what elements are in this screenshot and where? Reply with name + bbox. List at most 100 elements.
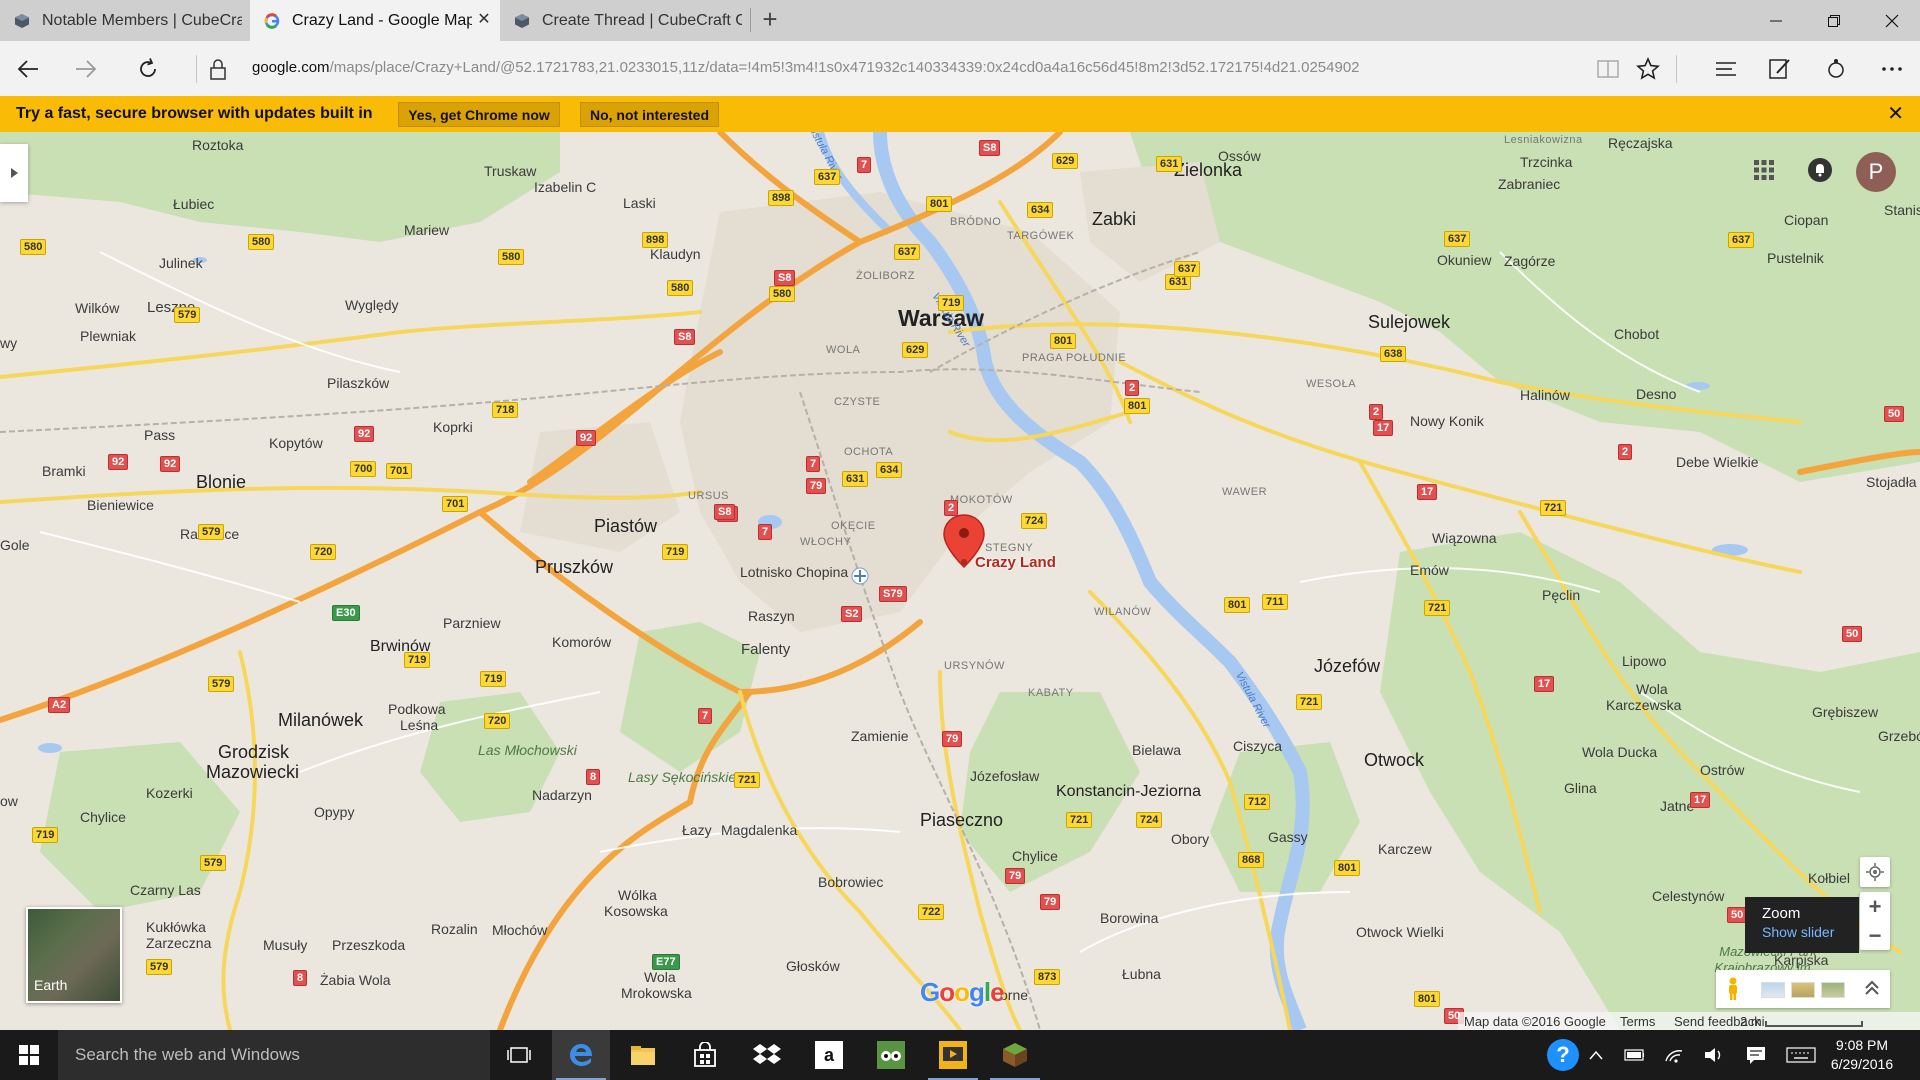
minecraft-taskbar-app[interactable] [986, 1030, 1044, 1080]
start-button[interactable] [0, 1030, 58, 1080]
road-shield: 2 [944, 500, 959, 516]
map-footer: Map data ©2016 Google Terms Send feedbac… [1458, 1012, 1920, 1030]
store-taskbar-app[interactable] [676, 1030, 734, 1080]
pegman-icon[interactable] [1726, 977, 1740, 1001]
tab-notable-members[interactable]: Notable Members | CubeCraft Games [0, 0, 250, 41]
scale-label: 2 mi [1740, 1014, 1765, 1029]
cube-icon [515, 13, 529, 28]
reading-view-button[interactable] [1590, 51, 1626, 87]
volume-icon[interactable] [1704, 1045, 1724, 1065]
road-shield: S79 [879, 586, 907, 602]
scale-bar[interactable] [1765, 1021, 1863, 1027]
place-label: Leśna [400, 717, 439, 733]
district-label: PRAGA POŁUDNIE [1022, 352, 1127, 364]
side-panel-toggle-button[interactable] [0, 144, 28, 202]
district-label: CZYSTE [834, 396, 881, 408]
hub-button[interactable] [1708, 51, 1744, 87]
dropbox-taskbar-app[interactable] [738, 1030, 796, 1080]
get-chrome-button[interactable]: Yes, get Chrome now [398, 102, 560, 127]
tab-close-icon[interactable]: ✕ [476, 12, 492, 28]
place-label: Kukłówka [146, 919, 206, 935]
address-bar[interactable]: google.com/maps/place/Crazy+Land/@52.172… [252, 59, 1360, 76]
terrain-layer-thumb[interactable] [1791, 982, 1815, 998]
close-window-button[interactable] [1864, 0, 1920, 41]
place-label: Chylice [1012, 848, 1058, 864]
web-note-button[interactable] [1762, 51, 1798, 87]
taskbar-search[interactable]: Search the web and Windows [58, 1030, 490, 1080]
help-icon[interactable]: ? [1546, 1038, 1580, 1072]
tab-create-thread[interactable]: Create Thread | CubeCraft Games [500, 0, 750, 41]
refresh-icon [140, 58, 156, 77]
place-label: Wola [644, 969, 676, 985]
place-label: Bobrowiec [818, 874, 884, 890]
show-hidden-icons-chevron-icon[interactable] [1586, 1045, 1606, 1065]
task-view-button[interactable] [490, 1030, 548, 1080]
zoom-out-button[interactable]: − [1860, 921, 1890, 950]
lock-icon-button[interactable] [200, 51, 236, 87]
traffic-layer-thumb[interactable] [1761, 982, 1785, 998]
tripadvisor-taskbar-app[interactable] [862, 1030, 920, 1080]
svg-text:?: ? [1556, 1042, 1569, 1067]
zoom-in-button[interactable]: + [1860, 892, 1890, 921]
pen-note-icon [1769, 59, 1790, 79]
place-label: Wyględy [345, 297, 399, 313]
map-canvas[interactable]: Warsaw Zielonka Zabki Sulejowek Piastów … [0, 132, 1920, 1030]
tab-crazy-land[interactable]: Crazy Land - Google Maps ✕ [250, 0, 500, 41]
tab-title: Crazy Land - Google Maps [292, 11, 472, 29]
minimize-button[interactable] [1748, 0, 1804, 41]
notifications-bell-icon[interactable] [1808, 158, 1832, 182]
new-tab-button[interactable]: + [756, 6, 784, 34]
favorites-button[interactable] [1630, 51, 1666, 87]
cube-icon [15, 13, 29, 28]
show-slider-link[interactable]: Show slider [1762, 924, 1859, 940]
road-shield: 629 [902, 342, 929, 358]
place-label: Raszyn [748, 608, 795, 624]
google-icon [264, 12, 280, 29]
district-label: BRÓDNO [950, 216, 1002, 228]
not-interested-button[interactable]: No, not interested [580, 102, 719, 127]
road-shield: 17 [1373, 420, 1394, 436]
district-label: ŻOLIBORZ [856, 270, 916, 282]
marker-label[interactable]: Crazy Land [975, 554, 1056, 571]
road-shield: 801 [1050, 333, 1077, 349]
maximize-button[interactable] [1806, 0, 1862, 41]
file-explorer-taskbar-app[interactable] [614, 1030, 672, 1080]
forward-button[interactable] [68, 51, 104, 87]
amazon-taskbar-app[interactable]: a [800, 1030, 858, 1080]
action-center-icon[interactable] [1746, 1045, 1766, 1065]
wifi-icon[interactable] [1664, 1045, 1684, 1065]
place-label: Młochów [492, 922, 548, 938]
my-location-button[interactable] [1860, 857, 1890, 887]
account-avatar[interactable]: P [1856, 152, 1896, 192]
layers-strip [1716, 970, 1890, 1008]
chevron-up-double-icon[interactable] [1862, 978, 1882, 998]
more-button[interactable] [1874, 51, 1910, 87]
terms-link[interactable]: Terms [1620, 1014, 1655, 1029]
place-label: Kozerki [146, 785, 193, 801]
district-label: OCHOTA [844, 446, 894, 458]
road-shield: 92 [108, 454, 129, 470]
place-label: Opypy [314, 804, 355, 820]
road-shield: 718 [492, 402, 519, 418]
place-label: Mazowiecki [206, 762, 300, 782]
place-label: Ciszyca [1233, 738, 1283, 754]
close-promo-icon[interactable]: ✕ [1887, 104, 1904, 124]
earth-view-toggle[interactable]: Earth [26, 907, 122, 1003]
place-label: Piastów [594, 516, 658, 536]
taskbar-clock[interactable]: 9:08 PM 6/29/2016 [1826, 1036, 1898, 1074]
edge-taskbar-app[interactable] [552, 1030, 610, 1080]
battery-icon[interactable] [1624, 1045, 1644, 1065]
map-base [0, 132, 1920, 1030]
refresh-button[interactable] [130, 51, 166, 87]
photos-layer-thumb[interactable] [1821, 982, 1845, 998]
apps-grid-icon[interactable] [1752, 158, 1776, 182]
place-label: Karczew [1378, 841, 1432, 857]
road-shield: 724 [1136, 812, 1163, 828]
share-button[interactable] [1818, 51, 1854, 87]
close-icon [1885, 14, 1899, 27]
video-taskbar-app[interactable] [924, 1030, 982, 1080]
place-label: Borowina [1100, 910, 1159, 926]
back-button[interactable] [10, 51, 46, 87]
touch-keyboard-icon[interactable] [1786, 1045, 1816, 1065]
place-label: Czarny Las [130, 882, 201, 898]
